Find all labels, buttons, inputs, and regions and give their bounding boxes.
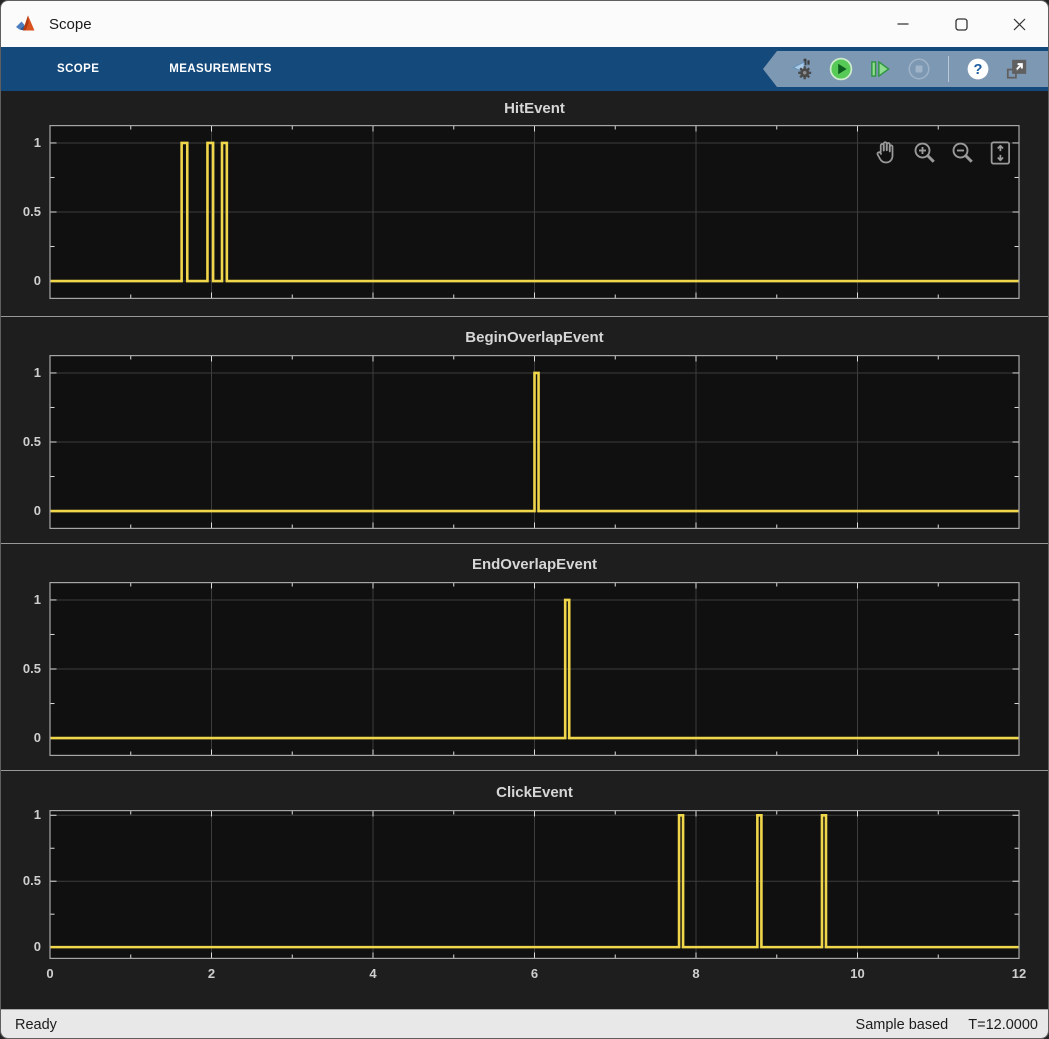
x-tick-label: 6 — [511, 966, 559, 981]
panel-hitevent: HitEvent — [1, 91, 1048, 316]
y-tick-label: 1 — [1, 591, 41, 609]
scope-display: HitEvent — [1, 91, 1048, 1009]
x-tick-label: 0 — [26, 966, 74, 981]
y-tick-label: 0.5 — [1, 872, 41, 890]
x-tick-label: 12 — [995, 966, 1043, 981]
toolstrip-tabs: SCOPE MEASUREMENTS — [57, 63, 272, 75]
x-tick-label: 10 — [834, 966, 882, 981]
y-tick-label: 0 — [1, 502, 41, 520]
stop-button[interactable] — [906, 56, 932, 82]
dock-icon — [1004, 56, 1030, 82]
sim-time-text: T=12.0000 — [968, 1017, 1038, 1033]
plot-title: ClickEvent — [50, 784, 1019, 801]
close-button[interactable] — [990, 1, 1048, 47]
run-button[interactable] — [828, 56, 854, 82]
simulation-settings-button[interactable] — [789, 56, 815, 82]
run-icon — [828, 56, 854, 82]
zoom-out-icon[interactable] — [946, 135, 980, 171]
status-text: Ready — [15, 1017, 57, 1033]
y-tick-label: 0 — [1, 938, 41, 956]
panel-endoverlapevent: EndOverlapEvent 0 0.5 1 — [1, 543, 1048, 770]
scope-window: Scope SCOPE MEASUREMENTS — [0, 0, 1049, 1039]
y-tick-label: 0.5 — [1, 433, 41, 451]
plot-title: BeginOverlapEvent — [50, 329, 1019, 346]
x-tick-label: 8 — [672, 966, 720, 981]
sample-mode-text: Sample based — [856, 1017, 949, 1033]
panel-beginoverlapevent: BeginOverlapEvent 0 0.5 1 — [1, 316, 1048, 543]
svg-text:?: ? — [974, 62, 983, 78]
plot-axes-endoverlapevent[interactable] — [1, 582, 1049, 756]
tab-measurements[interactable]: MEASUREMENTS — [169, 63, 272, 75]
help-button[interactable]: ? — [965, 56, 991, 82]
zoom-in-icon[interactable] — [908, 135, 942, 171]
dock-button[interactable] — [1004, 56, 1030, 82]
window-title: Scope — [49, 16, 92, 33]
step-forward-icon — [867, 56, 893, 82]
minimize-button[interactable] — [874, 1, 932, 47]
stop-icon — [906, 56, 932, 82]
window-controls — [874, 1, 1048, 47]
y-tick-label: 1 — [1, 364, 41, 382]
y-tick-label: 0 — [1, 272, 41, 290]
plot-axes-clickevent[interactable] — [1, 810, 1049, 959]
y-tick-label: 0.5 — [1, 660, 41, 678]
toolbar-divider — [948, 56, 949, 82]
statusbar: Ready Sample based T=12.0000 — [1, 1009, 1048, 1039]
tab-scope[interactable]: SCOPE — [57, 63, 99, 75]
close-icon — [1013, 18, 1026, 31]
plot-title: EndOverlapEvent — [50, 556, 1019, 573]
pan-hand-icon[interactable] — [870, 135, 904, 171]
matlab-logo-icon — [15, 14, 37, 34]
axes-toolbar — [870, 135, 1018, 171]
y-tick-label: 0.5 — [1, 203, 41, 221]
step-forward-button[interactable] — [867, 56, 893, 82]
plot-title: HitEvent — [50, 100, 1019, 117]
plot-axes-beginoverlapevent[interactable] — [1, 355, 1049, 529]
minimize-icon — [897, 18, 909, 30]
toolstrip: SCOPE MEASUREMENTS — [1, 47, 1048, 91]
maximize-icon — [955, 18, 968, 31]
y-tick-label: 1 — [1, 134, 41, 152]
titlebar: Scope — [1, 1, 1048, 47]
panel-clickevent: ClickEvent 00.51024681012 — [1, 770, 1048, 1009]
y-tick-label: 1 — [1, 806, 41, 824]
simulation-controls: ? — [763, 51, 1048, 87]
x-tick-label: 4 — [349, 966, 397, 981]
fit-vertical-icon[interactable] — [984, 135, 1018, 171]
y-tick-label: 0 — [1, 729, 41, 747]
maximize-button[interactable] — [932, 1, 990, 47]
simulation-settings-icon — [789, 56, 815, 82]
x-tick-label: 2 — [188, 966, 236, 981]
help-icon: ? — [965, 56, 991, 82]
